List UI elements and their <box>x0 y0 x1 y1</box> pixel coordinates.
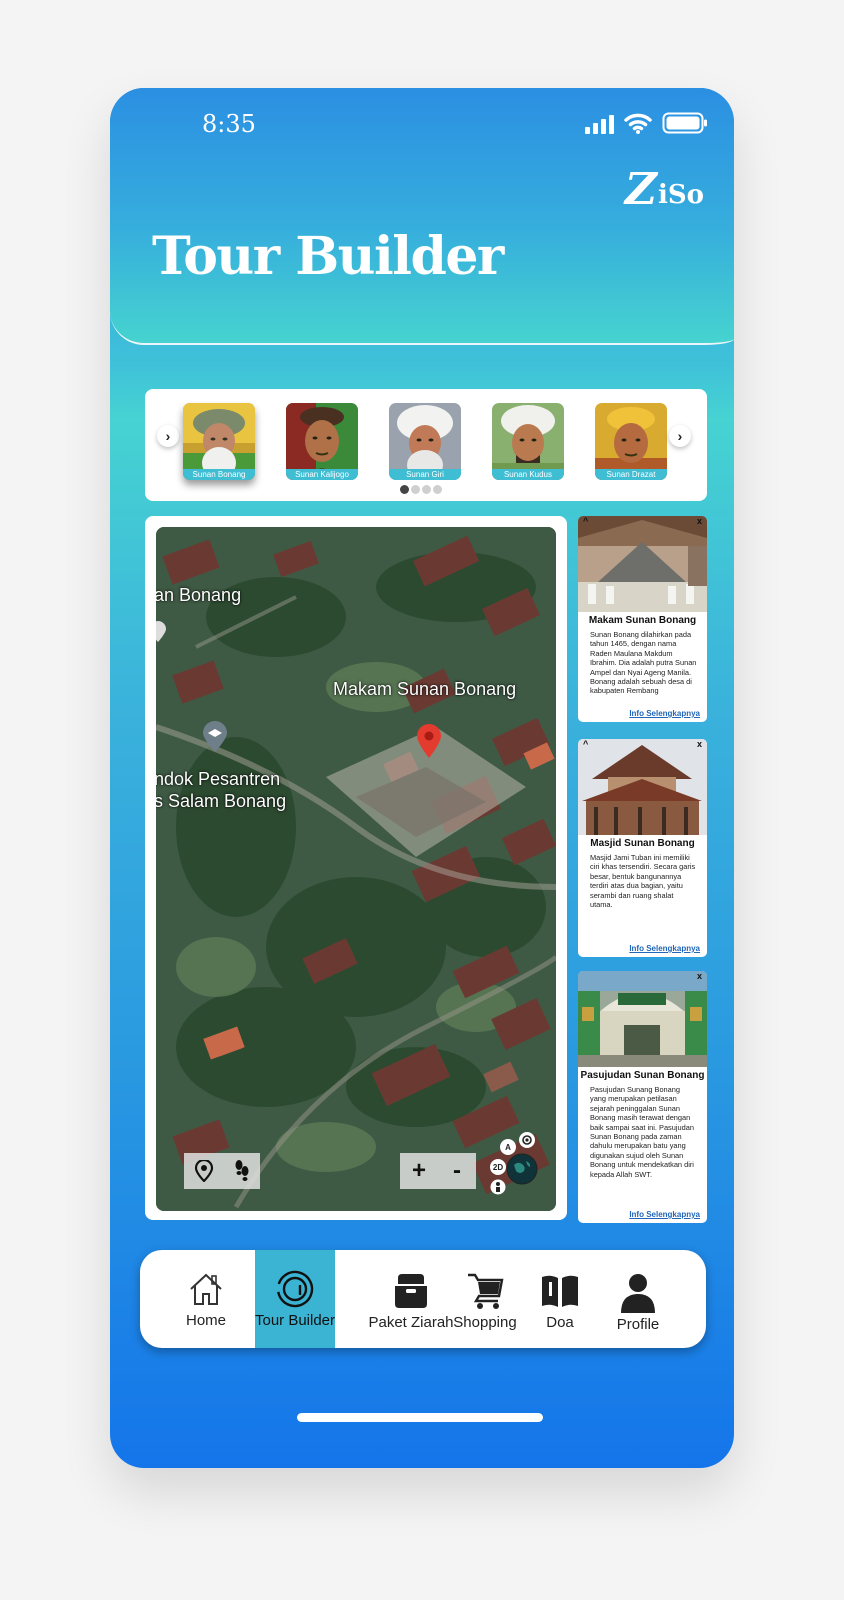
brand-logo: Z iSo <box>624 164 704 215</box>
map-label: ndok Pesantren <box>156 769 281 789</box>
tab-doa[interactable]: Doa <box>538 1250 582 1348</box>
tab-label: Shopping <box>453 1314 517 1331</box>
info-body: Sunan Bonang dilahirkan pada tahun 1465,… <box>590 630 697 696</box>
tab-shopping[interactable]: Shopping <box>452 1250 518 1348</box>
page-title: Tour Builder <box>152 226 504 287</box>
bottom-tab-bar: Home Tour Builder Paket Ziarah Shopping … <box>140 1250 706 1348</box>
view-2d-button[interactable]: 2D <box>490 1159 506 1175</box>
tab-tour-builder[interactable]: Tour Builder <box>255 1250 335 1348</box>
footsteps-icon[interactable] <box>233 1159 251 1183</box>
info-photo: x <box>578 971 707 1067</box>
tab-profile[interactable]: Profile <box>608 1250 668 1348</box>
tab-label: Tour Builder <box>254 1312 336 1329</box>
tour-builder-icon <box>276 1270 314 1308</box>
collapse-button[interactable]: ^ <box>583 516 588 526</box>
map-tools <box>184 1153 260 1189</box>
info-more-link[interactable]: Info Selengkapnya <box>629 709 700 718</box>
carousel-item-sunan-drazat[interactable]: Sunan Drazat <box>595 403 667 480</box>
map-card: an Bonang Makam Sunan Bonang ndok Pesant… <box>145 516 567 1220</box>
page-dot[interactable] <box>400 485 409 494</box>
status-icons <box>585 112 708 134</box>
school-map-pin-icon[interactable] <box>202 721 228 753</box>
carousel-item-sunan-giri[interactable]: Sunan Giri <box>389 403 461 480</box>
info-card-pasujudan: x Pasujudan Sunan Bonang Pasujudan Sunan… <box>578 971 707 1223</box>
page-dot[interactable] <box>433 485 442 494</box>
map-pin-icon[interactable] <box>156 621 166 643</box>
tab-home[interactable]: Home <box>178 1250 234 1348</box>
zoom-in-button[interactable]: + <box>404 1157 434 1185</box>
carousel-item-label: Sunan Bonang <box>183 469 255 480</box>
chevron-right-icon: › <box>677 428 683 444</box>
tab-label: Home <box>185 1312 226 1329</box>
home-icon <box>190 1273 222 1305</box>
carousel-item-sunan-kalijogo[interactable]: Sunan Kalijogo <box>286 403 358 480</box>
close-button[interactable]: x <box>697 971 702 981</box>
info-title: Masjid Sunan Bonang <box>590 838 695 849</box>
info-body: Pasujudan Sunang Bonang yang merupakan p… <box>590 1085 694 1179</box>
map-label: s Salam Bonang <box>156 791 287 811</box>
carousel-next-button[interactable]: › <box>669 425 691 447</box>
carousel-page-indicator <box>400 485 442 494</box>
page: 8:35 Z iSo Tour Builder › Sunan Bonang S… <box>0 0 844 1600</box>
zoom-controls: + - <box>400 1153 476 1189</box>
tab-paket-ziarah[interactable]: Paket Ziarah <box>354 1250 468 1348</box>
tab-label: Paket Ziarah <box>368 1314 454 1331</box>
book-icon <box>542 1275 578 1307</box>
carousel-item-label: Sunan Kalijogo <box>286 469 358 480</box>
cart-icon <box>468 1273 504 1309</box>
zoom-out-button[interactable]: - <box>442 1157 472 1185</box>
info-photo: ^ x <box>578 516 707 612</box>
phone-frame: 8:35 Z iSo Tour Builder › Sunan Bonang S… <box>110 88 734 1468</box>
chevron-left-icon: › <box>165 428 171 444</box>
signal-icon <box>585 114 614 134</box>
carousel-item-label: Sunan Drazat <box>595 469 667 480</box>
tab-label: Profile <box>616 1316 660 1333</box>
satellite-map[interactable]: an Bonang Makam Sunan Bonang ndok Pesant… <box>156 527 556 1211</box>
close-button[interactable]: x <box>697 516 702 526</box>
info-card-masjid: ^ x Masjid Sunan Bonang Masjid Jami Tuba… <box>578 739 707 957</box>
battery-icon <box>662 112 707 134</box>
page-dot[interactable] <box>422 485 431 494</box>
street-view-icon[interactable] <box>490 1179 506 1195</box>
info-more-link[interactable]: Info Selengkapnya <box>629 1210 700 1219</box>
info-more-link[interactable]: Info Selengkapnya <box>629 944 700 953</box>
logo-text: iSo <box>658 180 704 210</box>
carousel-item-sunan-bonang[interactable]: Sunan Bonang <box>183 403 255 480</box>
carousel-track: Sunan Bonang Sunan Kalijogo Sunan Giri S… <box>183 403 667 480</box>
location-pin-icon[interactable] <box>416 723 442 759</box>
page-dot[interactable] <box>411 485 420 494</box>
status-time: 8:35 <box>202 110 256 138</box>
info-title: Makam Sunan Bonang <box>588 615 697 626</box>
close-button[interactable]: x <box>697 739 702 749</box>
wali-carousel: › Sunan Bonang Sunan Kalijogo Sunan Giri… <box>145 389 707 501</box>
tab-label: Doa <box>546 1314 574 1331</box>
my-location-icon[interactable] <box>518 1131 536 1149</box>
carousel-item-sunan-kudus[interactable]: Sunan Kudus <box>492 403 564 480</box>
home-indicator[interactable] <box>297 1413 543 1422</box>
map-label: Makam Sunan Bonang <box>333 679 517 699</box>
pin-tool-icon[interactable] <box>194 1160 214 1182</box>
map-label: an Bonang <box>156 585 242 605</box>
collapse-button[interactable]: ^ <box>583 739 588 749</box>
info-card-makam: ^ x Makam Sunan Bonang Sunan Bonang dila… <box>578 516 707 722</box>
satellite-imagery <box>156 527 556 1211</box>
info-title: Pasujudan Sunan Bonang <box>580 1070 705 1081</box>
info-body: Masjid Jami Tuban ini memiliki ciri khas… <box>590 853 696 910</box>
logo-initial: Z <box>624 164 657 215</box>
carousel-item-label: Sunan Kudus <box>492 469 564 480</box>
globe-view-icon[interactable] <box>506 1153 538 1185</box>
package-icon <box>395 1274 427 1308</box>
carousel-prev-button[interactable]: › <box>157 425 179 447</box>
carousel-item-label: Sunan Giri <box>389 469 461 480</box>
wifi-icon <box>624 113 652 134</box>
info-photo: ^ x <box>578 739 707 835</box>
user-icon <box>621 1274 655 1313</box>
